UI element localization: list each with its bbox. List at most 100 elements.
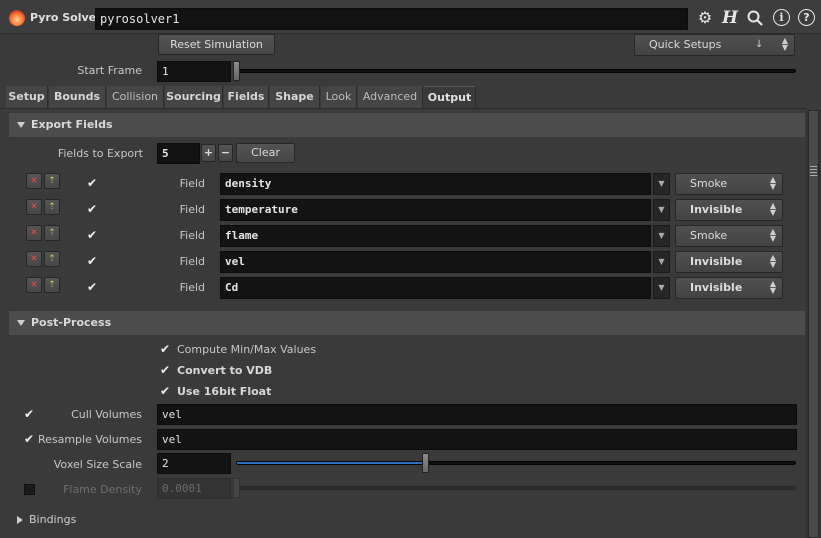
tab-setup[interactable]: Setup xyxy=(6,86,48,108)
tab-bar xyxy=(0,108,806,109)
field-name-input[interactable]: density xyxy=(220,173,651,195)
flame-density-slider-handle[interactable] xyxy=(233,478,240,498)
fields-to-export-field[interactable]: 5 xyxy=(157,143,200,164)
help-h-icon[interactable]: H xyxy=(720,8,740,28)
remove-row-button[interactable]: ✕ xyxy=(26,277,42,293)
field-label: Field xyxy=(179,281,205,294)
field-visibility-value: Smoke xyxy=(690,177,728,190)
insert-row-button[interactable]: ⇡ xyxy=(44,225,60,241)
tab-bounds[interactable]: Bounds xyxy=(49,86,106,108)
compute-minmax-checkbox[interactable]: ✔ xyxy=(160,343,172,355)
remove-field-button[interactable]: − xyxy=(218,144,233,162)
voxel-size-scale-field[interactable]: 2 xyxy=(157,453,231,474)
updown-arrows-icon: ▲ ▼ xyxy=(769,253,776,269)
field-visibility-menu[interactable]: Smoke ▲ ▼ xyxy=(675,173,783,195)
tab-collision[interactable]: Collision xyxy=(107,86,164,108)
start-frame-field[interactable]: 1 xyxy=(157,61,231,82)
field-visibility-value: Smoke xyxy=(690,229,728,242)
flame-density-slider[interactable] xyxy=(236,486,796,490)
compute-minmax-label: Compute Min/Max Values xyxy=(177,343,317,356)
flame-density-label: Flame Density xyxy=(63,483,142,496)
field-enable-checkbox[interactable]: ✔ xyxy=(87,177,99,189)
flame-density-field[interactable]: 0.0001 xyxy=(157,478,231,499)
export-fields-header[interactable]: Export Fields xyxy=(9,113,805,137)
expand-triangle-icon xyxy=(17,319,25,326)
insert-row-button[interactable]: ⇡ xyxy=(44,277,60,293)
tab-advanced[interactable]: Advanced xyxy=(358,86,423,108)
pyro-node-icon xyxy=(9,10,25,26)
remove-row-button[interactable]: ✕ xyxy=(26,225,42,241)
gear-icon[interactable]: ⚙ xyxy=(696,9,714,27)
remove-row-button[interactable]: ✕ xyxy=(26,251,42,267)
scrollbar[interactable] xyxy=(806,110,821,538)
field-name-input[interactable]: flame xyxy=(220,225,651,247)
search-icon[interactable] xyxy=(746,9,764,27)
resample-volumes-field[interactable]: vel xyxy=(157,429,797,450)
cull-volumes-checkbox[interactable]: ✔ xyxy=(24,408,36,420)
tab-look[interactable]: Look xyxy=(321,86,357,108)
updown-arrows-icon: ▲ ▼ xyxy=(769,175,776,191)
tab-output[interactable]: Output xyxy=(424,86,476,108)
flame-density-checkbox[interactable] xyxy=(24,484,35,495)
field-visibility-menu[interactable]: Invisible ▲ ▼ xyxy=(675,277,783,299)
cull-volumes-label: Cull Volumes xyxy=(71,408,142,421)
use-16bit-label: Use 16bit Float xyxy=(177,385,272,398)
bindings-header[interactable]: Bindings xyxy=(9,510,805,530)
down-arrow-icon: ↓ xyxy=(755,39,764,50)
field-visibility-menu[interactable]: Invisible ▲ ▼ xyxy=(675,251,783,273)
convert-vdb-label: Convert to VDB xyxy=(177,364,273,377)
voxel-size-scale-slider-handle[interactable] xyxy=(422,453,429,473)
collapse-triangle-icon xyxy=(17,515,23,524)
cull-volumes-field[interactable]: vel xyxy=(157,404,797,425)
start-frame-slider[interactable] xyxy=(236,69,796,73)
voxel-size-scale-fill xyxy=(237,462,427,464)
quick-setups-label: Quick Setups xyxy=(649,38,722,51)
field-name-input[interactable]: Cd xyxy=(220,277,651,299)
field-name-dropdown[interactable]: ▼ xyxy=(653,173,670,195)
convert-vdb-checkbox[interactable]: ✔ xyxy=(160,364,172,376)
start-frame-slider-handle[interactable] xyxy=(233,61,240,81)
node-type-label: Pyro Solver xyxy=(30,11,102,24)
insert-row-button[interactable]: ⇡ xyxy=(44,199,60,215)
voxel-size-scale-slider[interactable] xyxy=(236,461,796,465)
field-visibility-menu[interactable]: Invisible ▲ ▼ xyxy=(675,199,783,221)
field-visibility-menu[interactable]: Smoke ▲ ▼ xyxy=(675,225,783,247)
updown-arrows-icon: ▲ ▼ xyxy=(769,201,776,217)
remove-row-button[interactable]: ✕ xyxy=(26,173,42,189)
tab-shape[interactable]: Shape xyxy=(270,86,320,108)
node-name-field[interactable]: pyrosolver1 xyxy=(95,8,688,30)
resample-volumes-label: Resample Volumes xyxy=(37,433,142,446)
add-field-button[interactable]: + xyxy=(201,144,216,162)
field-enable-checkbox[interactable]: ✔ xyxy=(87,229,99,241)
start-frame-label: Start Frame xyxy=(77,64,142,77)
tab-fields[interactable]: Fields xyxy=(224,86,269,108)
reset-simulation-button[interactable]: Reset Simulation xyxy=(158,34,275,55)
expand-triangle-icon xyxy=(17,121,25,128)
quick-setups-menu[interactable]: Quick Setups ↓ ▲ ▼ xyxy=(634,34,795,56)
export-fields-title: Export Fields xyxy=(31,118,113,131)
field-visibility-value: Invisible xyxy=(690,255,743,268)
insert-row-button[interactable]: ⇡ xyxy=(44,251,60,267)
post-process-header[interactable]: Post-Process xyxy=(9,311,805,335)
clear-button[interactable]: Clear xyxy=(236,143,295,163)
use-16bit-checkbox[interactable]: ✔ xyxy=(160,385,172,397)
field-name-dropdown[interactable]: ▼ xyxy=(653,225,670,247)
help-icon[interactable]: ? xyxy=(798,9,815,26)
field-label: Field xyxy=(179,229,205,242)
field-enable-checkbox[interactable]: ✔ xyxy=(87,281,99,293)
field-name-dropdown[interactable]: ▼ xyxy=(653,199,670,221)
field-enable-checkbox[interactable]: ✔ xyxy=(87,255,99,267)
field-name-input[interactable]: temperature xyxy=(220,199,651,221)
remove-row-button[interactable]: ✕ xyxy=(26,199,42,215)
field-name-dropdown[interactable]: ▼ xyxy=(653,251,670,273)
field-name-input[interactable]: vel xyxy=(220,251,651,273)
field-name-dropdown[interactable]: ▼ xyxy=(653,277,670,299)
field-enable-checkbox[interactable]: ✔ xyxy=(87,203,99,215)
fields-to-export-label: Fields to Export xyxy=(57,147,143,160)
field-visibility-value: Invisible xyxy=(690,203,743,216)
voxel-size-scale-label: Voxel Size Scale xyxy=(53,458,142,471)
insert-row-button[interactable]: ⇡ xyxy=(44,173,60,189)
info-icon[interactable]: i xyxy=(773,9,790,26)
tab-sourcing[interactable]: Sourcing xyxy=(165,86,223,108)
field-visibility-value: Invisible xyxy=(690,281,743,294)
